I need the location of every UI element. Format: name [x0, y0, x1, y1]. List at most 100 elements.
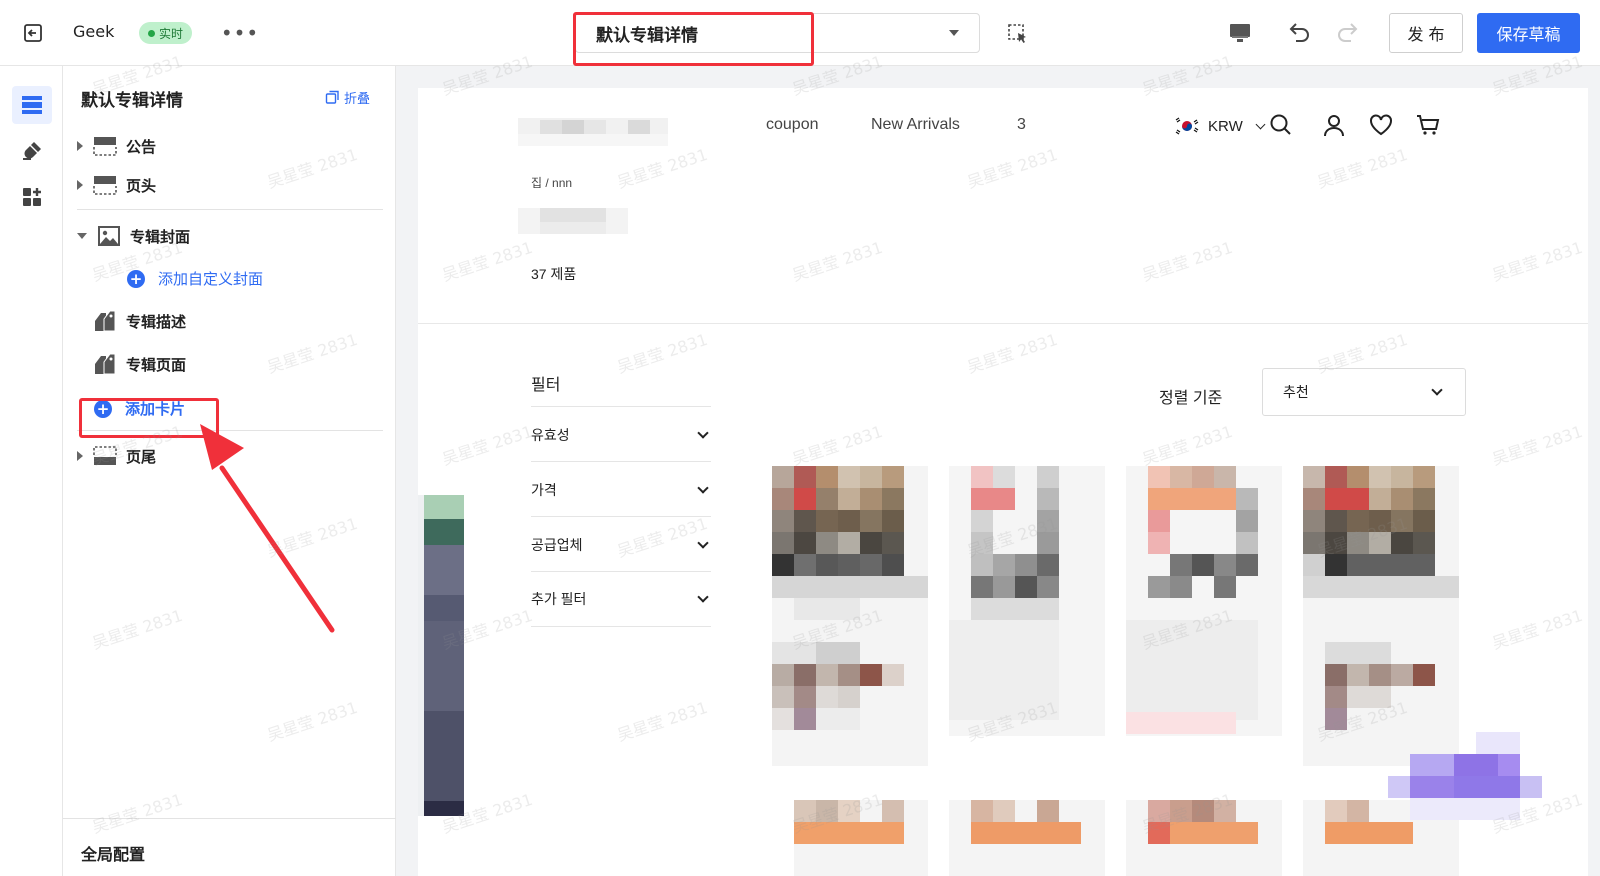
live-dot-icon	[148, 29, 155, 37]
tags-icon	[93, 353, 117, 375]
korea-flag-icon	[1174, 116, 1200, 136]
filter-label: 가격	[531, 481, 557, 498]
nav-link-new-arrivals[interactable]: New Arrivals	[871, 116, 960, 134]
tree-item-label: 专辑描述	[126, 312, 187, 331]
side-banner-image	[418, 495, 464, 816]
product-count: 37 제품	[531, 266, 577, 282]
tree-item-album-page[interactable]: 专辑页面	[77, 352, 186, 376]
product-image	[1126, 466, 1282, 736]
filter-vendor[interactable]: 공급업체	[531, 516, 711, 572]
apps-icon[interactable]	[12, 178, 52, 216]
product-image	[794, 800, 928, 876]
collection-title-image	[518, 208, 628, 234]
expand-arrow-icon[interactable]	[77, 451, 83, 461]
undo-icon[interactable]	[1284, 19, 1312, 47]
chat-widget-image[interactable]	[1388, 732, 1588, 876]
sort-label: 정렬 기준	[1159, 390, 1223, 407]
filter-label: 추가 필터	[531, 591, 587, 607]
sort-value: 추천	[1283, 384, 1309, 400]
filter-label: 유효성	[531, 426, 570, 443]
redo-icon[interactable]	[1335, 19, 1363, 47]
app-name: Geek	[73, 22, 115, 41]
tree-item-header[interactable]: 页头	[77, 173, 156, 197]
expand-arrow-icon[interactable]	[77, 180, 83, 190]
exit-icon[interactable]	[20, 20, 46, 46]
filter-label: 공급업체	[531, 536, 583, 553]
add-custom-cover-link[interactable]: + 添加自定义封面	[127, 268, 263, 289]
layout-block-icon	[93, 135, 117, 157]
page-template-value: 默认专辑详情	[596, 25, 698, 46]
store-logo-image	[518, 118, 668, 146]
caret-down-icon	[949, 30, 959, 36]
section-sidebar: 默认专辑详情 折叠 公告 页头 专辑封面 + 添加自定义封面 专辑描述 专辑页面…	[63, 66, 396, 876]
expand-arrow-icon[interactable]	[77, 141, 83, 151]
plus-circle-icon: +	[127, 269, 145, 288]
collapse-arrow-icon[interactable]	[77, 233, 87, 239]
save-draft-button[interactable]: 保存草稿	[1477, 13, 1580, 53]
divider	[418, 323, 1588, 324]
collapse-icon	[325, 90, 339, 104]
chevron-down-icon	[1255, 119, 1266, 129]
tree-item-album-cover[interactable]: 专辑封面	[77, 224, 190, 248]
publish-button[interactable]: 发 布	[1389, 13, 1463, 53]
chevron-down-icon	[697, 591, 709, 603]
tree-item-label: 专辑页面	[126, 355, 187, 374]
global-settings-label: 全局配置	[81, 845, 146, 864]
divider	[77, 430, 383, 431]
product-image	[1126, 800, 1282, 876]
chevron-down-icon	[697, 426, 709, 439]
filter-price[interactable]: 가격	[531, 461, 711, 517]
collapse-label: 折叠	[344, 92, 371, 107]
tree-item-label: 页头	[126, 176, 157, 195]
tree-item-album-description[interactable]: 专辑描述	[77, 309, 186, 333]
add-card-label: 添加卡片	[125, 400, 186, 418]
global-settings[interactable]: 全局配置	[63, 818, 396, 876]
currency-selector[interactable]: KRW	[1174, 116, 1268, 136]
add-custom-cover-label: 添加自定义封面	[158, 270, 264, 288]
chevron-down-icon	[1431, 384, 1443, 396]
filter-more[interactable]: 추가 필터	[531, 571, 711, 627]
image-icon	[97, 225, 121, 247]
top-toolbar: Geek 实时 ••• 默认专辑详情 发 布 保存草稿	[0, 0, 1600, 66]
search-icon[interactable]	[1268, 112, 1294, 138]
live-label: 实时	[159, 26, 184, 41]
plus-circle-icon: +	[94, 399, 112, 418]
product-image	[772, 466, 928, 766]
breadcrumb: 집 / nnn	[531, 176, 573, 190]
nav-link-coupon[interactable]: coupon	[766, 116, 819, 134]
tags-icon	[93, 310, 117, 332]
heart-icon[interactable]	[1368, 112, 1394, 138]
more-icon[interactable]: •••	[221, 21, 258, 45]
collapse-button[interactable]: 折叠	[325, 88, 370, 107]
tree-item-announcement[interactable]: 公告	[77, 134, 156, 158]
sort-select[interactable]: 추천	[1262, 368, 1466, 416]
user-icon[interactable]	[1321, 112, 1347, 138]
select-element-icon[interactable]	[1006, 22, 1030, 46]
left-rail	[0, 66, 63, 876]
currency-label: KRW	[1208, 117, 1243, 135]
desktop-icon[interactable]	[1227, 21, 1253, 45]
product-image	[949, 466, 1105, 736]
page-template-select[interactable]: 默认专辑详情	[575, 13, 980, 53]
filter-title: 필터	[531, 377, 561, 394]
footer-block-icon	[93, 445, 117, 467]
nav-link-3[interactable]: 3	[1017, 116, 1026, 134]
divider	[77, 209, 383, 210]
product-image	[1303, 466, 1459, 766]
tree-item-footer[interactable]: 页尾	[77, 444, 156, 468]
sidebar-title: 默认专辑详情	[81, 91, 183, 111]
tree-item-label: 专辑封面	[130, 227, 191, 246]
cart-icon[interactable]	[1415, 112, 1441, 138]
theme-brush-icon[interactable]	[12, 132, 52, 170]
header-block-icon	[93, 174, 117, 196]
tree-item-label: 公告	[126, 137, 157, 156]
store-preview-canvas[interactable]: coupon New Arrivals 3 KRW 집 / nnn 37 제품 …	[418, 88, 1588, 876]
tree-item-label: 页尾	[126, 447, 157, 466]
sections-icon[interactable]	[12, 86, 52, 124]
chevron-down-icon	[697, 481, 709, 494]
product-image	[949, 800, 1105, 876]
live-status-badge: 实时	[139, 22, 193, 44]
add-card-link[interactable]: + 添加卡片	[94, 398, 185, 419]
filter-availability[interactable]: 유효성	[531, 406, 711, 462]
chevron-down-icon	[697, 536, 709, 549]
